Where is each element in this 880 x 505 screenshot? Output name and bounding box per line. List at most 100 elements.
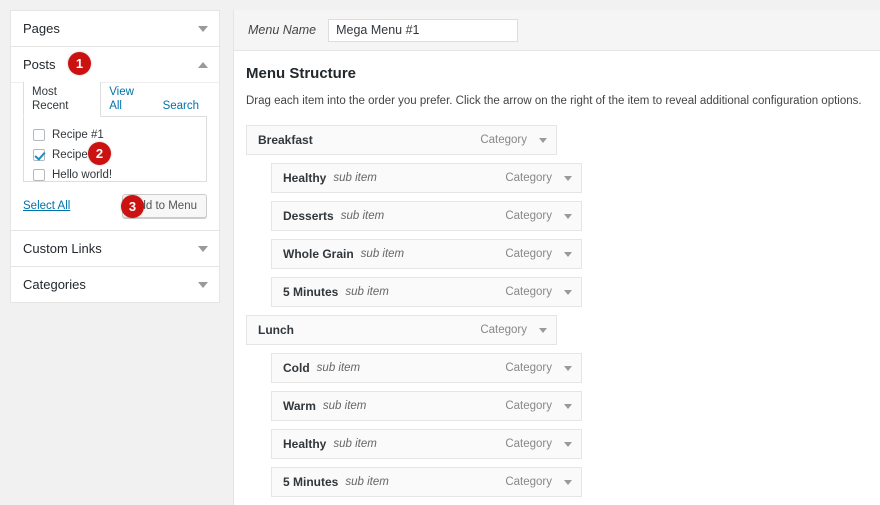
menu-item-title: 5 Minutes — [283, 475, 339, 489]
menu-item-type: Category — [480, 134, 527, 146]
posts-panel-body: Most Recent View All Search Recipe #1 Re… — [11, 81, 219, 230]
chevron-down-icon[interactable] — [564, 289, 572, 295]
accordion-categories: Categories — [10, 266, 220, 303]
menu-name-label: Menu Name — [248, 23, 317, 37]
posts-tabs: Most Recent View All Search — [23, 81, 207, 117]
menu-item-title: Healthy — [283, 437, 327, 451]
menu-item-healthy-lunch[interactable]: Healthy sub item Category — [271, 429, 582, 459]
menu-item-sub-label: sub item — [316, 362, 361, 374]
menu-item-type: Category — [505, 438, 552, 450]
accordion-header-posts[interactable]: Posts — [11, 47, 219, 82]
menu-item-title: Healthy — [283, 171, 327, 185]
menu-item-title: Lunch — [258, 323, 294, 337]
menu-item-type: Category — [505, 362, 552, 374]
menu-item-sub-label: sub item — [345, 476, 389, 488]
menu-item-sub-label: sub item — [360, 248, 405, 260]
menu-item-sub-label: sub item — [333, 172, 377, 184]
menu-items-list: Breakfast Category Healthy sub item Cate… — [246, 125, 866, 497]
chevron-down-icon[interactable] — [564, 403, 572, 409]
menu-item-type: Category — [505, 400, 552, 412]
chevron-down-icon[interactable] — [564, 251, 572, 257]
posts-panel-footer: Select All Add to Menu — [23, 194, 207, 218]
menu-item-controls: Category — [505, 362, 572, 374]
menu-item-warm[interactable]: Warm sub item Category — [271, 391, 582, 421]
menu-item-title: Cold — [283, 361, 310, 375]
step-badge-2: 2 — [88, 142, 111, 165]
menu-item-whole-grain[interactable]: Whole Grain sub item Category — [271, 239, 582, 269]
tab-most-recent[interactable]: Most Recent — [23, 81, 102, 117]
menu-item-controls: Category — [505, 210, 572, 222]
checkbox-hello-world[interactable] — [33, 168, 45, 181]
accordion-posts: Posts Most Recent View All Search Recipe… — [10, 46, 220, 230]
accordion-header-categories[interactable]: Categories — [11, 267, 219, 302]
chevron-down-icon[interactable] — [564, 479, 572, 485]
chevron-down-icon[interactable] — [539, 327, 547, 333]
add-menu-items-sidebar: Pages Posts Most Recent View All Search — [10, 10, 220, 303]
menu-item-type: Category — [480, 324, 527, 336]
accordion-title-custom-links: Custom Links — [23, 241, 102, 256]
menu-item-type: Category — [505, 248, 552, 260]
list-item-label: Recipe — [52, 148, 88, 161]
list-item-label: Recipe #1 — [52, 128, 104, 141]
menu-item-title: Desserts — [283, 209, 334, 223]
chevron-down-icon[interactable] — [564, 365, 572, 371]
menu-item-title: Whole Grain — [283, 247, 354, 261]
menu-name-input[interactable] — [328, 18, 519, 42]
chevron-down-icon[interactable] — [198, 25, 208, 32]
accordion-title-categories: Categories — [23, 277, 86, 292]
menu-item-type: Category — [505, 476, 552, 488]
chevron-down-icon[interactable] — [564, 175, 572, 181]
tab-search[interactable]: Search — [155, 96, 207, 116]
wordpress-menus-screen: Pages Posts Most Recent View All Search — [0, 0, 880, 505]
menu-item-title: Breakfast — [258, 133, 313, 147]
chevron-down-icon[interactable] — [198, 245, 208, 252]
accordion-header-custom-links[interactable]: Custom Links — [11, 231, 219, 266]
structure-description: Drag each item into the order you prefer… — [246, 95, 862, 107]
menu-item-controls: Category — [480, 134, 547, 146]
step-badge-1: 1 — [68, 52, 91, 75]
menu-name-bar: Menu Name — [234, 10, 880, 51]
accordion-title-pages: Pages — [23, 21, 60, 36]
checkbox-recipe[interactable] — [33, 148, 45, 161]
tab-view-all[interactable]: View All — [101, 82, 154, 116]
menu-item-type: Category — [505, 210, 552, 222]
menu-item-sub-label: sub item — [340, 210, 385, 222]
menu-item-5-minutes-lunch[interactable]: 5 Minutes sub item Category — [271, 467, 582, 497]
menu-item-controls: Category — [505, 476, 572, 488]
menu-item-desserts[interactable]: Desserts sub item Category — [271, 201, 582, 231]
menu-item-healthy[interactable]: Healthy sub item Category — [271, 163, 582, 193]
checkbox-recipe-1[interactable] — [33, 128, 45, 141]
list-item[interactable]: Hello world! — [33, 166, 197, 183]
list-item[interactable]: Recipe #1 — [33, 126, 197, 143]
step-badge-3: 3 — [121, 195, 144, 218]
menu-item-controls: Category — [505, 286, 572, 298]
menu-item-cold[interactable]: Cold sub item Category — [271, 353, 582, 383]
menu-item-controls: Category — [505, 172, 572, 184]
chevron-up-icon[interactable] — [198, 61, 208, 68]
chevron-down-icon[interactable] — [564, 441, 572, 447]
menu-item-lunch[interactable]: Lunch Category — [246, 315, 557, 345]
accordion-header-pages[interactable]: Pages — [11, 11, 219, 46]
menu-item-5-minutes[interactable]: 5 Minutes sub item Category — [271, 277, 582, 307]
menu-item-type: Category — [505, 172, 552, 184]
menu-item-sub-label: sub item — [333, 438, 377, 450]
accordion-custom-links: Custom Links — [10, 230, 220, 266]
menu-item-controls: Category — [480, 324, 547, 336]
menu-item-sub-label: sub item — [345, 286, 389, 298]
menu-editor-panel: Menu Name Menu Structure Drag each item … — [233, 10, 880, 505]
list-item[interactable]: Recipe — [33, 146, 197, 163]
menu-item-controls: Category — [505, 400, 572, 412]
menu-item-title: 5 Minutes — [283, 285, 339, 299]
menu-item-controls: Category — [505, 438, 572, 450]
select-all-link[interactable]: Select All — [23, 200, 70, 212]
posts-checkbox-list: Recipe #1 Recipe Hello world! — [23, 117, 207, 182]
menu-item-title: Warm — [283, 399, 316, 413]
menu-item-type: Category — [505, 286, 552, 298]
chevron-down-icon[interactable] — [198, 281, 208, 288]
menu-structure-section: Menu Structure Drag each item into the o… — [234, 51, 880, 497]
accordion-title-posts: Posts — [23, 57, 56, 72]
chevron-down-icon[interactable] — [564, 213, 572, 219]
accordion-pages: Pages — [10, 10, 220, 46]
chevron-down-icon[interactable] — [539, 137, 547, 143]
menu-item-breakfast[interactable]: Breakfast Category — [246, 125, 557, 155]
